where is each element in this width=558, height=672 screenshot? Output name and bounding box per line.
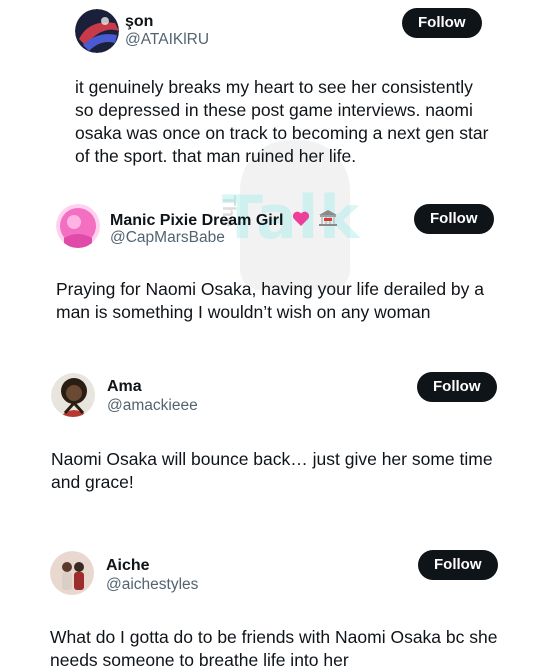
follow-button[interactable]: Follow [417, 372, 497, 402]
post-4: Aiche @aichestyles Follow What do I gott… [0, 540, 558, 670]
post-2: Manic Pixie Dream Girl @CapMarsBabe Foll… [0, 190, 558, 360]
follow-button[interactable]: Follow [414, 204, 494, 234]
avatar-image [50, 551, 94, 595]
user-handle[interactable]: @ATAIKlRU [125, 30, 209, 50]
display-name-text: Manic Pixie Dream Girl [110, 212, 284, 229]
follow-button[interactable]: Follow [418, 550, 498, 580]
display-name[interactable]: Aiche [106, 556, 150, 576]
avatar-image [56, 204, 100, 248]
bank-icon [318, 209, 338, 233]
post-3: Ama @amackieee Follow Naomi Osaka will b… [0, 360, 558, 540]
tweet-text: it genuinely breaks my heart to see her … [75, 77, 489, 166]
user-handle[interactable]: @aichestyles [106, 575, 198, 595]
follow-button[interactable]: Follow [402, 8, 482, 38]
user-handle[interactable]: @CapMarsBabe [110, 228, 225, 248]
avatar-image [51, 373, 95, 417]
avatar-image [75, 9, 119, 53]
tweet-text: Naomi Osaka will bounce back… just give … [51, 449, 493, 492]
avatar[interactable] [51, 373, 95, 417]
avatar[interactable] [50, 551, 94, 595]
avatar[interactable] [56, 204, 100, 248]
post-1: şon @ATAIKlRU Follow it genuinely breaks… [0, 0, 558, 190]
pink-heart-icon [292, 211, 310, 233]
display-name[interactable]: Ama [107, 377, 142, 397]
avatar[interactable] [75, 9, 119, 53]
user-handle[interactable]: @amackieee [107, 396, 198, 416]
display-name[interactable]: şon [125, 12, 153, 32]
tweet-text: Praying for Naomi Osaka, having your lif… [56, 279, 484, 322]
tweet-text: What do I gotta do to be friends with Na… [50, 627, 498, 670]
